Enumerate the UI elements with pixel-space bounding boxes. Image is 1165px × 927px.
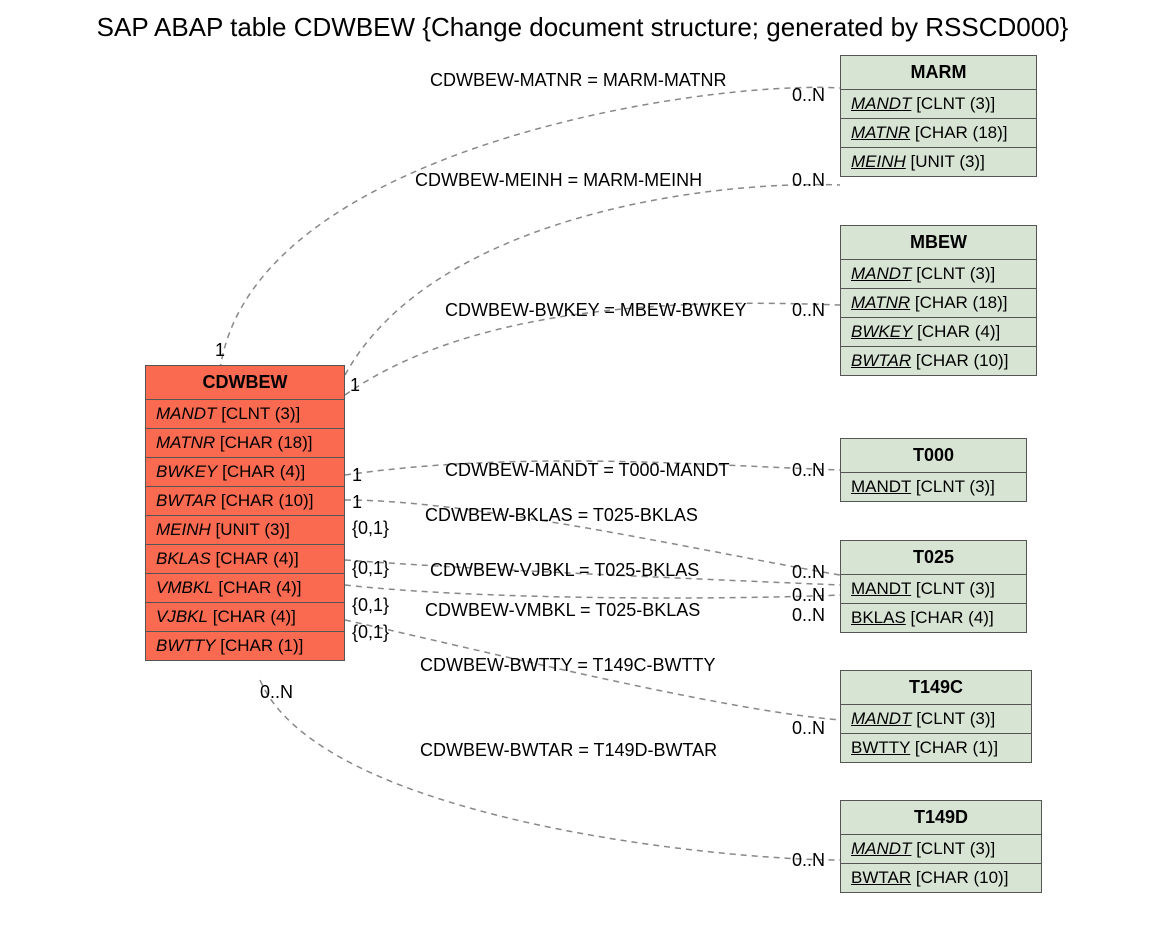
field-row: MATNR [CHAR (18)] — [146, 429, 344, 458]
field-row: MANDT [CLNT (3)] — [841, 260, 1036, 289]
field-row: MANDT [CLNT (3)] — [841, 835, 1041, 864]
field-row: MANDT [CLNT (3)] — [841, 473, 1026, 501]
field-row: MATNR [CHAR (18)] — [841, 119, 1036, 148]
cardinality-label: {0,1} — [352, 518, 389, 539]
field-row: BKLAS [CHAR (4)] — [841, 604, 1026, 632]
field-row: MANDT [CLNT (3)] — [841, 705, 1031, 734]
entity-header: MBEW — [841, 226, 1036, 260]
entity-t149c: T149C MANDT [CLNT (3)] BWTTY [CHAR (1)] — [840, 670, 1032, 763]
field-row: BWTTY [CHAR (1)] — [146, 632, 344, 660]
relation-label: CDWBEW-BWTTY = T149C-BWTTY — [420, 655, 716, 676]
field-row: MATNR [CHAR (18)] — [841, 289, 1036, 318]
cardinality-label: 1 — [352, 465, 362, 486]
cardinality-label: 0..N — [792, 718, 825, 739]
diagram-canvas: SAP ABAP table CDWBEW {Change document s… — [0, 0, 1165, 927]
entity-header: T149D — [841, 801, 1041, 835]
entity-marm: MARM MANDT [CLNT (3)] MATNR [CHAR (18)] … — [840, 55, 1037, 177]
relation-label: CDWBEW-BWKEY = MBEW-BWKEY — [445, 300, 747, 321]
cardinality-label: 0..N — [792, 300, 825, 321]
field-row: MEINH [UNIT (3)] — [841, 148, 1036, 176]
relation-label: CDWBEW-MATNR = MARM-MATNR — [430, 70, 726, 91]
field-row: MANDT [CLNT (3)] — [841, 90, 1036, 119]
relation-label: CDWBEW-BKLAS = T025-BKLAS — [425, 505, 698, 526]
field-row: BWKEY [CHAR (4)] — [841, 318, 1036, 347]
cardinality-label: {0,1} — [352, 558, 389, 579]
field-row: MEINH [UNIT (3)] — [146, 516, 344, 545]
relation-label: CDWBEW-VMBKL = T025-BKLAS — [425, 600, 700, 621]
relation-label: CDWBEW-BWTAR = T149D-BWTAR — [420, 740, 717, 761]
field-row: BWTTY [CHAR (1)] — [841, 734, 1031, 762]
cardinality-label: 1 — [350, 375, 360, 396]
cardinality-label: 0..N — [792, 85, 825, 106]
cardinality-label: 0..N — [792, 850, 825, 871]
entity-header: T149C — [841, 671, 1031, 705]
entity-header: CDWBEW — [146, 366, 344, 400]
cardinality-label: 0..N — [792, 562, 825, 583]
relation-label: CDWBEW-VJBKL = T025-BKLAS — [430, 560, 699, 581]
cardinality-label: 0..N — [792, 460, 825, 481]
entity-header: MARM — [841, 56, 1036, 90]
entity-t149d: T149D MANDT [CLNT (3)] BWTAR [CHAR (10)] — [840, 800, 1042, 893]
entity-t000: T000 MANDT [CLNT (3)] — [840, 438, 1027, 502]
cardinality-label: 1 — [215, 340, 225, 361]
cardinality-label: 0..N — [792, 605, 825, 626]
cardinality-label: 0..N — [792, 585, 825, 606]
field-row: VJBKL [CHAR (4)] — [146, 603, 344, 632]
entity-header: T025 — [841, 541, 1026, 575]
field-row: MANDT [CLNT (3)] — [841, 575, 1026, 604]
field-row: BWTAR [CHAR (10)] — [146, 487, 344, 516]
cardinality-label: 0..N — [792, 170, 825, 191]
cardinality-label: {0,1} — [352, 622, 389, 643]
field-row: BWKEY [CHAR (4)] — [146, 458, 344, 487]
relation-label: CDWBEW-MANDT = T000-MANDT — [445, 460, 730, 481]
relation-label: CDWBEW-MEINH = MARM-MEINH — [415, 170, 702, 191]
field-row: BWTAR [CHAR (10)] — [841, 347, 1036, 375]
field-row: BKLAS [CHAR (4)] — [146, 545, 344, 574]
entity-cdwbew: CDWBEW MANDT [CLNT (3)] MATNR [CHAR (18)… — [145, 365, 345, 661]
entity-t025: T025 MANDT [CLNT (3)] BKLAS [CHAR (4)] — [840, 540, 1027, 633]
entity-header: T000 — [841, 439, 1026, 473]
entity-mbew: MBEW MANDT [CLNT (3)] MATNR [CHAR (18)] … — [840, 225, 1037, 376]
cardinality-label: {0,1} — [352, 595, 389, 616]
cardinality-label: 1 — [352, 492, 362, 513]
field-row: MANDT [CLNT (3)] — [146, 400, 344, 429]
field-row: VMBKL [CHAR (4)] — [146, 574, 344, 603]
field-row: BWTAR [CHAR (10)] — [841, 864, 1041, 892]
cardinality-label: 0..N — [260, 682, 293, 703]
